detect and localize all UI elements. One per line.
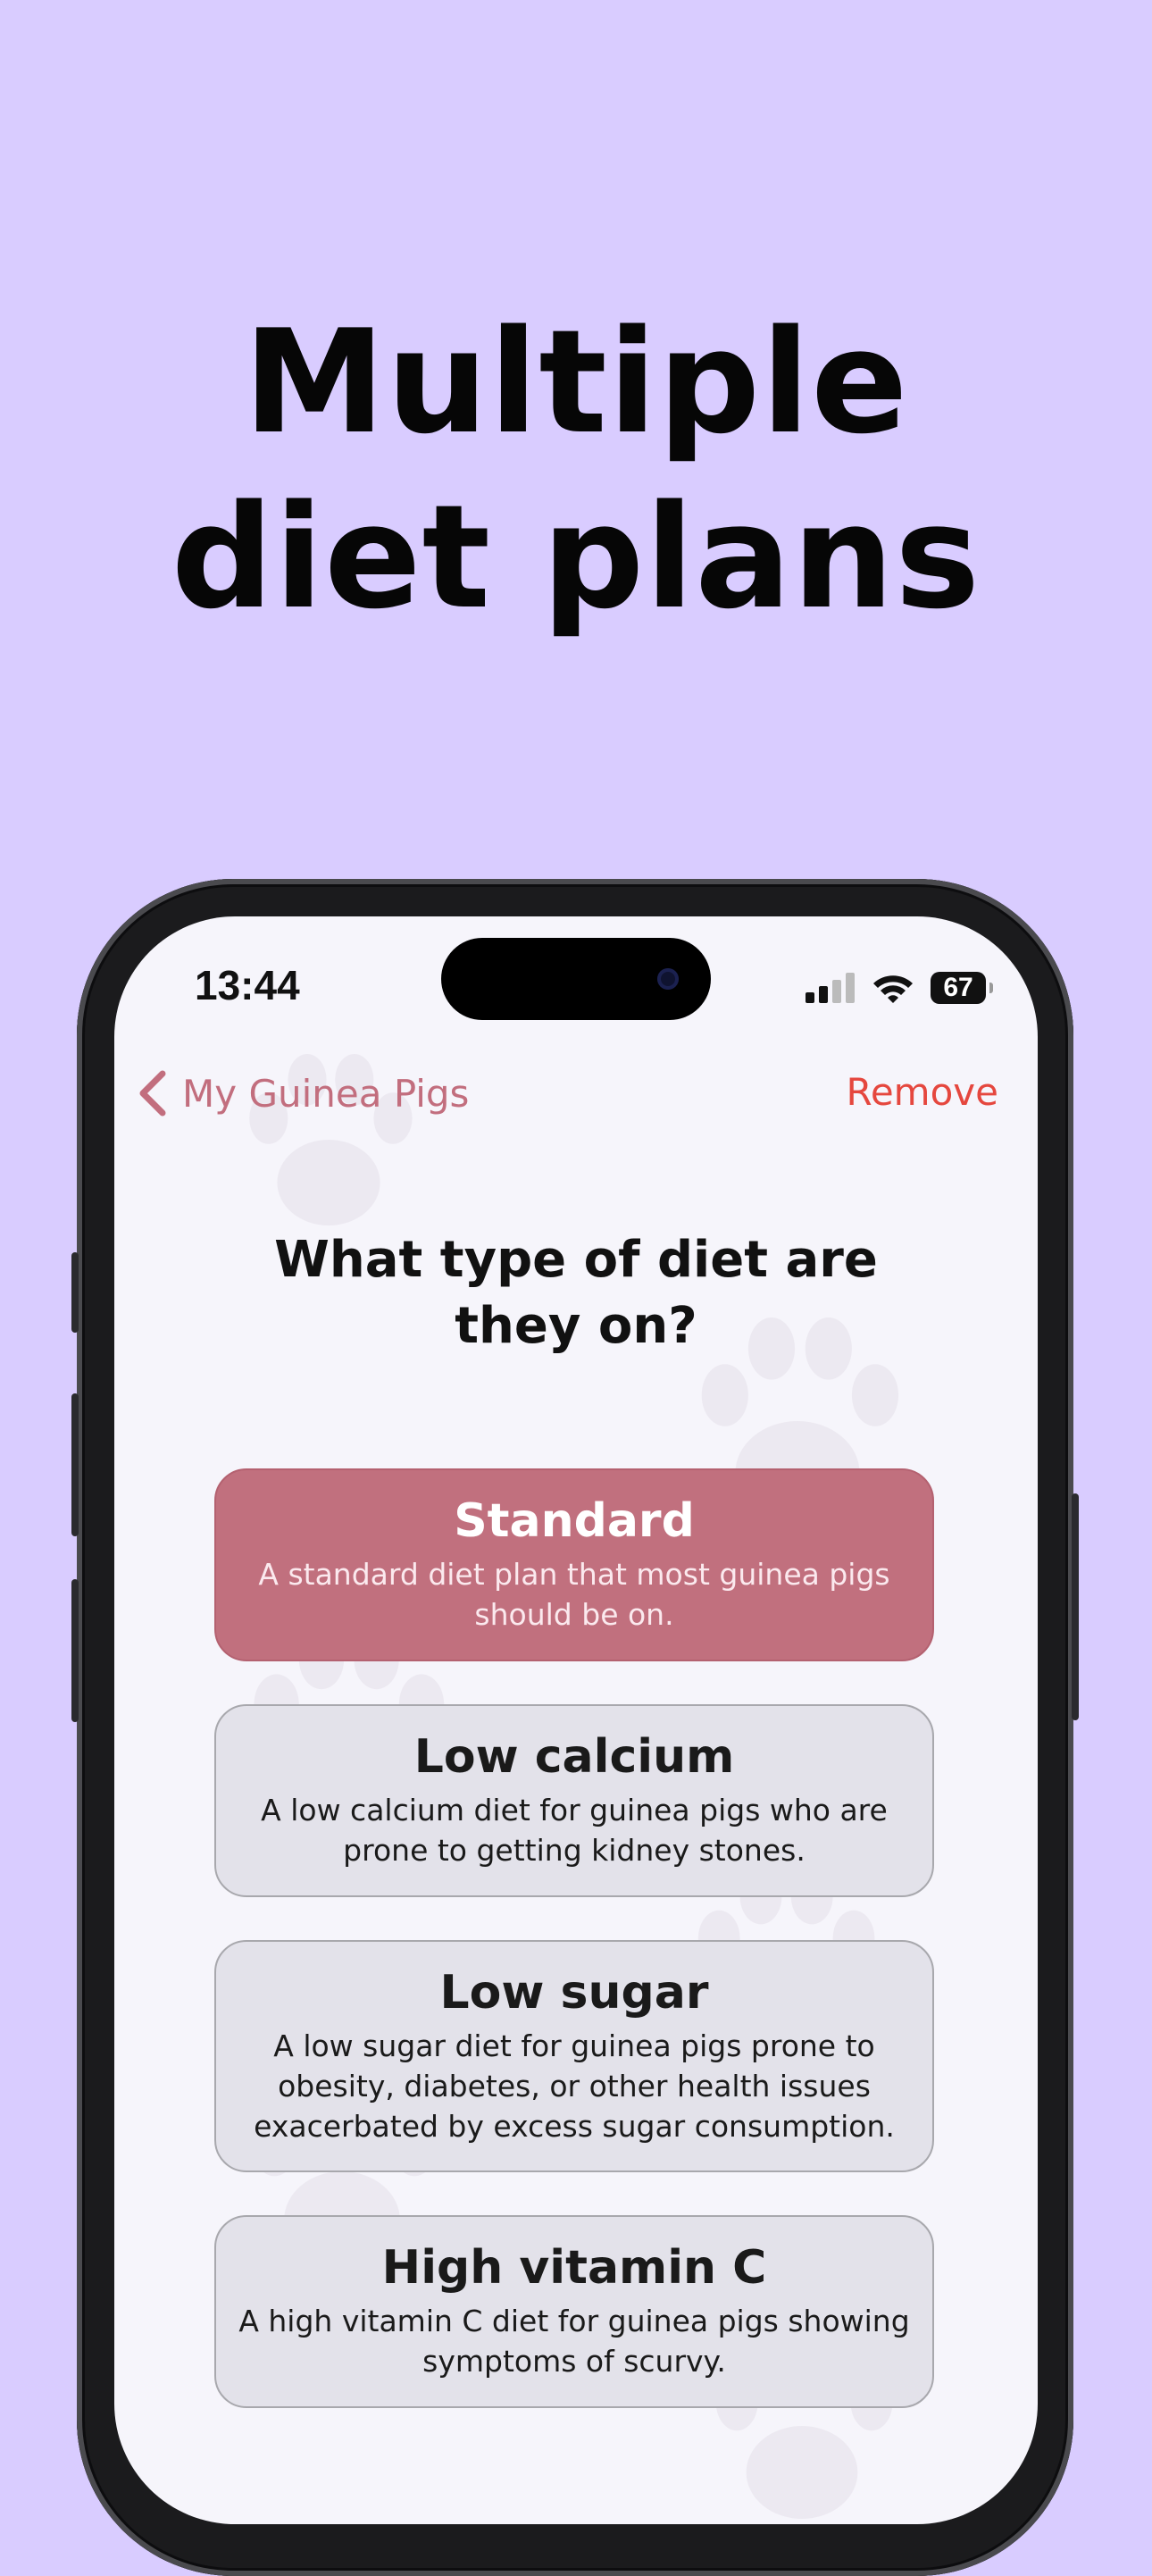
side-button-volume-up	[71, 1393, 79, 1536]
status-indicators: 67	[806, 970, 993, 1006]
front-camera	[657, 968, 679, 990]
option-title: Low calcium	[413, 1730, 735, 1784]
option-description: A high vitamin C diet for guinea pigs sh…	[238, 2304, 910, 2379]
back-button-label: My Guinea Pigs	[182, 1071, 470, 1116]
side-button-mute	[71, 1252, 79, 1333]
battery-icon: 67	[931, 972, 993, 1004]
cellular-signal-icon	[806, 973, 855, 1003]
headline: Multiple diet plans	[0, 295, 1152, 645]
side-button-volume-down	[71, 1579, 79, 1722]
option-title: Standard	[454, 1494, 695, 1548]
app-screen: 13:44 67 My Guinea Pigs Remove What type…	[114, 916, 1038, 2524]
option-description: A low calcium diet for guinea pigs who a…	[261, 1793, 888, 1868]
option-low-sugar[interactable]: Low sugar A low sugar diet for guinea pi…	[214, 1940, 934, 2172]
option-low-calcium[interactable]: Low calcium A low calcium diet for guine…	[214, 1704, 934, 1897]
option-high-vitamin-c[interactable]: High vitamin C A high vitamin C diet for…	[214, 2215, 934, 2408]
option-description: A standard diet plan that most guinea pi…	[258, 1557, 890, 1632]
status-time: 13:44	[195, 962, 300, 1008]
wifi-icon	[873, 975, 913, 1003]
paw-print-icon	[249, 1054, 413, 1225]
question-line-1: What type of diet are	[274, 1231, 878, 1289]
option-title: Low sugar	[439, 1966, 709, 2020]
side-button-power	[1072, 1493, 1079, 1720]
option-title: High vitamin C	[381, 2241, 767, 2295]
remove-button[interactable]: Remove	[847, 1070, 998, 1114]
back-button[interactable]: My Guinea Pigs	[136, 1068, 469, 1118]
headline-line-2: diet plans	[171, 473, 981, 640]
question-line-2: they on?	[455, 1297, 697, 1355]
headline-line-1: Multiple	[243, 298, 909, 465]
option-description: A low sugar diet for guinea pigs prone t…	[254, 2028, 895, 2144]
option-standard[interactable]: Standard A standard diet plan that most …	[214, 1468, 934, 1661]
question-title: What type of diet are they on?	[239, 1227, 913, 1359]
chevron-left-icon	[139, 1070, 166, 1117]
